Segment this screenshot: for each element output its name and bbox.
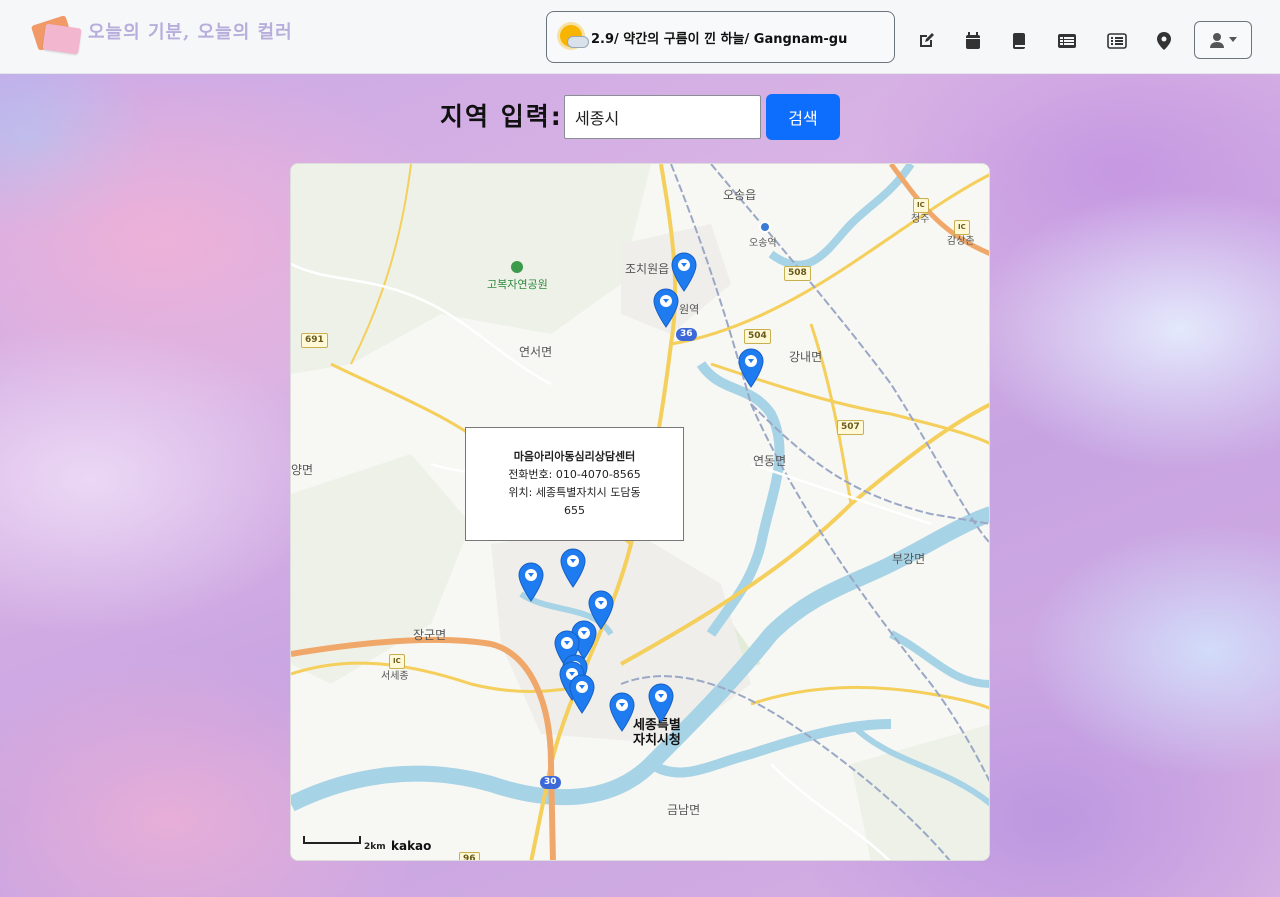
location-pin-icon[interactable] [1151, 28, 1177, 54]
kakao-map[interactable]: 오송읍 오송역 청주 감상촌 조치원읍 원역 고복자연공원 연서면 강내면 연동… [290, 163, 990, 861]
place-label-osong-eup: 오송읍 [723, 188, 757, 202]
road-shield-36: 36 [676, 328, 697, 341]
road-shield-504: 504 [744, 329, 771, 344]
map-marker[interactable] [518, 562, 544, 602]
brand-title: 오늘의 기분, 오늘의 컬러 [88, 22, 293, 43]
place-label-jochiwon-station: 원역 [679, 303, 700, 316]
caret-down-icon [1229, 37, 1237, 42]
place-address: 위치: 세종특별자치시 도담동 [508, 486, 641, 499]
place-label-yeondong: 연동면 [753, 454, 787, 468]
place-label-yangmyeon: 양면 [291, 463, 314, 477]
map-marker[interactable] [648, 683, 674, 723]
notes-logo-icon [30, 12, 82, 56]
diary-book-icon[interactable] [1006, 28, 1032, 54]
region-search-input[interactable] [564, 95, 761, 139]
map-marker[interactable] [560, 548, 586, 588]
list-icon[interactable] [1054, 28, 1080, 54]
region-input-label: 지역 입력: [440, 102, 563, 131]
place-label-gangnae: 강내면 [789, 350, 823, 364]
place-label-yeonseo: 연서면 [519, 345, 553, 359]
place-label-gobok-park: 고복자연공원 [487, 278, 548, 291]
road-shield-30: 30 [540, 776, 561, 789]
map-scale-text: 2km [364, 842, 386, 852]
park-icon [511, 261, 523, 273]
brand-link[interactable]: 오늘의 기분, 오늘의 컬러 [30, 12, 293, 56]
road-shield-508: 508 [784, 266, 811, 281]
board-list-icon[interactable] [1104, 28, 1130, 54]
map-marker[interactable] [569, 674, 595, 714]
place-label-geumnam: 금남면 [667, 803, 701, 817]
user-menu-button[interactable] [1194, 21, 1252, 59]
partly-cloudy-icon [557, 22, 589, 52]
ic-shield-gamsang: IC [954, 220, 970, 235]
map-marker[interactable] [653, 288, 679, 328]
road-shield-96: 96 [459, 852, 480, 860]
place-label-bugang: 부강면 [892, 552, 926, 566]
top-navbar: 오늘의 기분, 오늘의 컬러 2.9/ 약간의 구름이 낀 하늘/ Gangna… [0, 0, 1280, 74]
road-shield-691: 691 [301, 333, 328, 348]
calendar-icon[interactable] [960, 28, 986, 54]
ic-shield-seosejong: IC [389, 654, 405, 669]
search-button[interactable]: 검색 [766, 94, 840, 140]
place-name: 마음아리아동심리상담센터 [513, 450, 636, 463]
map-marker[interactable] [738, 348, 764, 388]
place-label-osong-station: 오송역 [749, 238, 777, 249]
map-marker[interactable] [671, 252, 697, 292]
road-shield-507: 507 [837, 420, 864, 435]
kakao-logo: kakao [391, 839, 432, 853]
place-phone: 전화번호: 010-4070-8565 [508, 468, 641, 481]
place-label-jochiwon: 조치원읍 [625, 262, 670, 276]
write-icon[interactable] [913, 28, 939, 54]
map-marker[interactable] [609, 692, 635, 732]
ic-shield-cheongju: IC [913, 198, 929, 213]
weather-text: 2.9/ 약간의 구름이 낀 하늘/ Gangnam-gu [591, 31, 848, 47]
place-info-window: 마음아리아동심리상담센터 전화번호: 010-4070-8565 위치: 세종특… [465, 427, 684, 541]
user-icon [1210, 33, 1224, 48]
place-address-detail: 655 [564, 504, 585, 517]
weather-widget: 2.9/ 약간의 구름이 낀 하늘/ Gangnam-gu [546, 11, 895, 63]
train-station-icon [759, 221, 771, 233]
place-label-seosejong: 서세종 [381, 671, 409, 682]
place-label-janggun: 장군면 [413, 628, 447, 642]
map-scale-bar [303, 836, 361, 844]
